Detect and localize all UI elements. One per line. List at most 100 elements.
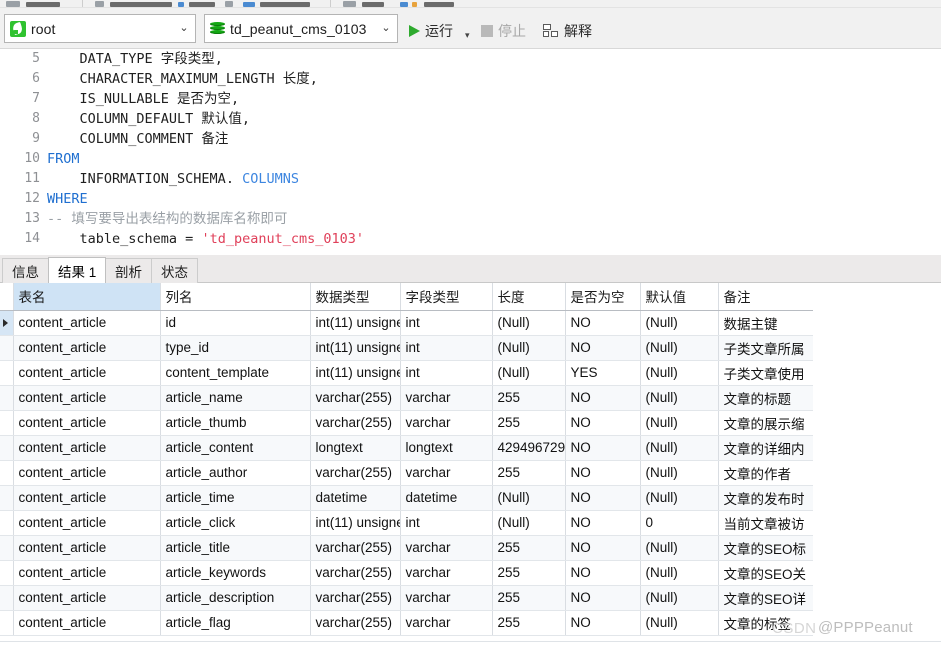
cell-列名[interactable]: article_flag bbox=[160, 610, 311, 636]
cell-长度[interactable]: (Null) bbox=[492, 310, 566, 336]
cell-表名[interactable]: content_article bbox=[13, 335, 161, 361]
cell-是否为空[interactable]: NO bbox=[565, 610, 641, 636]
table-row[interactable]: content_article article_keywords varchar(2… bbox=[0, 560, 814, 586]
table-row[interactable]: content_article article_title varchar(255)… bbox=[0, 535, 814, 561]
result-tab-0[interactable]: 信息 bbox=[2, 258, 49, 283]
cell-列名[interactable]: article_time bbox=[160, 485, 311, 511]
cell-数据类型[interactable]: varchar(255) bbox=[310, 460, 401, 486]
cell-长度[interactable]: (Null) bbox=[492, 335, 566, 361]
cell-字段类型[interactable]: int bbox=[400, 335, 493, 361]
cell-列名[interactable]: content_template bbox=[160, 360, 311, 386]
row-marker[interactable] bbox=[0, 335, 14, 361]
cell-表名[interactable]: content_article bbox=[13, 610, 161, 636]
cell-字段类型[interactable]: varchar bbox=[400, 410, 493, 436]
cell-是否为空[interactable]: NO bbox=[565, 535, 641, 561]
cell-默认值[interactable]: (Null) bbox=[640, 585, 719, 611]
cell-默认值[interactable]: (Null) bbox=[640, 310, 719, 336]
cell-数据类型[interactable]: varchar(255) bbox=[310, 385, 401, 411]
cell-表名[interactable]: content_article bbox=[13, 510, 161, 536]
toolbar-icon-3[interactable] bbox=[178, 2, 184, 7]
cell-列名[interactable]: article_name bbox=[160, 385, 311, 411]
cell-字段类型[interactable]: datetime bbox=[400, 485, 493, 511]
editor-code-area[interactable]: DATA_TYPE 字段类型, CHARACTER_MAXIMUM_LENGTH… bbox=[47, 49, 941, 255]
cell-字段类型[interactable]: varchar bbox=[400, 385, 493, 411]
cell-数据类型[interactable]: varchar(255) bbox=[310, 560, 401, 586]
main-toolbar-clipped[interactable] bbox=[0, 0, 941, 8]
cell-表名[interactable]: content_article bbox=[13, 560, 161, 586]
toolbar-icon-2[interactable] bbox=[95, 1, 104, 7]
cell-是否为空[interactable]: YES bbox=[565, 360, 641, 386]
cell-表名[interactable]: content_article bbox=[13, 360, 161, 386]
cell-表名[interactable]: content_article bbox=[13, 485, 161, 511]
cell-默认值[interactable]: (Null) bbox=[640, 535, 719, 561]
cell-默认值[interactable]: (Null) bbox=[640, 385, 719, 411]
toolbar-icon-7[interactable] bbox=[400, 2, 408, 7]
cell-字段类型[interactable]: varchar bbox=[400, 610, 493, 636]
run-dropdown-caret[interactable]: ▾ bbox=[465, 24, 470, 46]
cell-字段类型[interactable]: int bbox=[400, 360, 493, 386]
cell-备注[interactable]: 子类文章所属 bbox=[718, 335, 814, 361]
cell-表名[interactable]: content_article bbox=[13, 410, 161, 436]
cell-备注[interactable]: 文章的详细内 bbox=[718, 435, 814, 461]
cell-字段类型[interactable]: varchar bbox=[400, 460, 493, 486]
cell-数据类型[interactable]: varchar(255) bbox=[310, 610, 401, 636]
cell-是否为空[interactable]: NO bbox=[565, 510, 641, 536]
database-selector[interactable]: td_peanut_cms_0103 ⌄ bbox=[204, 14, 398, 43]
connection-selector[interactable]: root ⌄ bbox=[4, 14, 196, 43]
cell-数据类型[interactable]: int(11) unsigned bbox=[310, 510, 401, 536]
row-marker[interactable] bbox=[0, 460, 14, 486]
cell-默认值[interactable]: (Null) bbox=[640, 335, 719, 361]
run-button[interactable]: 运行 bbox=[409, 20, 453, 42]
column-header-1[interactable]: 列名 bbox=[160, 283, 311, 311]
cell-字段类型[interactable]: varchar bbox=[400, 535, 493, 561]
cell-列名[interactable]: article_thumb bbox=[160, 410, 311, 436]
table-row[interactable]: content_article article_description varcha… bbox=[0, 585, 814, 611]
cell-字段类型[interactable]: int bbox=[400, 510, 493, 536]
editor-code-line[interactable]: table_schema = 'td_peanut_cms_0103' bbox=[47, 229, 941, 249]
result-tab-3[interactable]: 状态 bbox=[151, 258, 198, 283]
table-row[interactable]: content_article article_name varchar(255) v… bbox=[0, 385, 814, 411]
cell-长度[interactable]: (Null) bbox=[492, 485, 566, 511]
row-marker[interactable] bbox=[0, 410, 14, 436]
column-header-5[interactable]: 是否为空 bbox=[565, 283, 641, 311]
cell-数据类型[interactable]: longtext bbox=[310, 435, 401, 461]
cell-数据类型[interactable]: varchar(255) bbox=[310, 535, 401, 561]
table-row[interactable]: content_article content_template int(11) u… bbox=[0, 360, 814, 386]
chevron-down-icon[interactable]: ⌄ bbox=[377, 23, 395, 34]
cell-字段类型[interactable]: int bbox=[400, 310, 493, 336]
cell-是否为空[interactable]: NO bbox=[565, 585, 641, 611]
row-marker[interactable] bbox=[0, 560, 14, 586]
cell-长度[interactable]: 255 bbox=[492, 560, 566, 586]
cell-备注[interactable]: 文章的SEO关 bbox=[718, 560, 814, 586]
cell-长度[interactable]: 255 bbox=[492, 535, 566, 561]
cell-是否为空[interactable]: NO bbox=[565, 485, 641, 511]
cell-默认值[interactable]: (Null) bbox=[640, 360, 719, 386]
cell-长度[interactable]: 255 bbox=[492, 585, 566, 611]
cell-是否为空[interactable]: NO bbox=[565, 460, 641, 486]
table-row[interactable]: content_article article_time datetime datet… bbox=[0, 485, 814, 511]
row-marker[interactable] bbox=[0, 535, 14, 561]
cell-列名[interactable]: article_title bbox=[160, 535, 311, 561]
toolbar-icon-8[interactable] bbox=[412, 2, 417, 7]
cell-备注[interactable]: 文章的SEO详 bbox=[718, 585, 814, 611]
cell-备注[interactable]: 数据主键 bbox=[718, 310, 814, 336]
cell-表名[interactable]: content_article bbox=[13, 585, 161, 611]
toolbar-icon-4[interactable] bbox=[225, 1, 233, 7]
cell-表名[interactable]: content_article bbox=[13, 310, 161, 336]
table-row[interactable]: content_article article_click int(11) unsi… bbox=[0, 510, 814, 536]
cell-表名[interactable]: content_article bbox=[13, 385, 161, 411]
cell-是否为空[interactable]: NO bbox=[565, 385, 641, 411]
cell-表名[interactable]: content_article bbox=[13, 435, 161, 461]
row-marker[interactable] bbox=[0, 435, 14, 461]
cell-是否为空[interactable]: NO bbox=[565, 335, 641, 361]
cell-备注[interactable]: 文章的标签 bbox=[718, 610, 814, 636]
editor-code-line[interactable]: INFORMATION_SCHEMA. COLUMNS bbox=[47, 169, 941, 189]
column-header-7[interactable]: 备注 bbox=[718, 283, 814, 311]
toolbar-icon-5[interactable] bbox=[243, 2, 255, 7]
cell-列名[interactable]: type_id bbox=[160, 335, 311, 361]
row-marker[interactable] bbox=[0, 385, 14, 411]
editor-code-line[interactable]: COLUMN_COMMENT 备注 bbox=[47, 129, 941, 149]
table-row[interactable]: content_article article_thumb varchar(255)… bbox=[0, 410, 814, 436]
column-header-4[interactable]: 长度 bbox=[492, 283, 566, 311]
result-grid[interactable]: 表名 列名 数据类型 字段类型 长度 是否为空 默认值 备注 content_article i… bbox=[0, 283, 941, 647]
